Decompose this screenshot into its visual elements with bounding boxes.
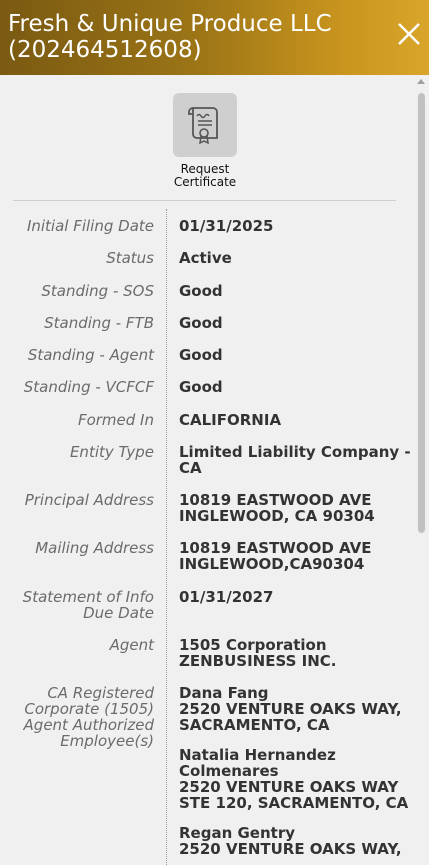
mailing-address-label: Mailing Address <box>35 539 154 557</box>
employee-entry: Dana Fang 2520 VENTURE OAKS WAY, SACRAME… <box>179 684 402 734</box>
column-divider <box>166 209 168 865</box>
entity-type-value: Limited Liability Company - CA <box>179 443 411 477</box>
standing-ftb-label: Standing - FTB <box>44 314 154 332</box>
standing-agent-label: Standing - Agent <box>27 346 154 364</box>
detail-panel-header: Fresh & Unique Produce LLC (202464512608… <box>0 0 429 75</box>
status-label: Status <box>106 249 154 267</box>
principal-address-label: Principal Address <box>24 491 154 509</box>
standing-vcfcf-label: Standing - VCFCF <box>23 378 154 396</box>
certificate-icon <box>173 93 237 157</box>
initial-filing-date-value: 01/31/2025 <box>179 217 274 235</box>
standing-sos-value: Good <box>179 282 223 300</box>
formed-in-value: CALIFORNIA <box>179 411 282 429</box>
employee-entry: Natalia Hernandez Colmenares 2520 VENTUR… <box>179 746 409 812</box>
scroll-up-arrow-icon[interactable] <box>417 79 425 84</box>
agent-value: 1505 Corporation ZENBUSINESS INC. <box>179 636 337 670</box>
ca-registered-employees: Dana Fang 2520 VENTURE OAKS WAY, SACRAME… <box>179 684 409 865</box>
standing-sos-label: Standing - SOS <box>41 282 154 300</box>
entity-name: Fresh & Unique Produce LLC <box>8 11 332 37</box>
entity-type-label: Entity Type <box>69 443 154 461</box>
section-divider <box>13 200 396 201</box>
detail-content: Request Certificate Initial Filing Date … <box>0 75 414 865</box>
initial-filing-date-label: Initial Filing Date <box>26 217 154 235</box>
standing-ftb-value: Good <box>179 314 223 332</box>
request-certificate-button[interactable]: Request Certificate <box>160 93 250 189</box>
scroll-thumb[interactable] <box>418 93 425 533</box>
request-certificate-label: Request Certificate <box>173 162 237 189</box>
status-value: Active <box>179 249 232 267</box>
mailing-address-value: 10819 EASTWOOD AVE INGLEWOOD,CA90304 <box>179 539 372 573</box>
entity-title: Fresh & Unique Produce LLC (202464512608… <box>8 11 388 63</box>
statement-due-date-label: Statement of Info Due Date <box>22 588 154 622</box>
standing-agent-value: Good <box>179 346 223 364</box>
vertical-scrollbar[interactable] <box>414 75 429 865</box>
ca-registered-label: CA Registered Corporate (1505) Agent Aut… <box>23 684 154 750</box>
formed-in-label: Formed In <box>77 411 154 429</box>
statement-due-date-value: 01/31/2027 <box>179 588 274 606</box>
entity-number: (202464512608) <box>8 37 202 63</box>
principal-address-value: 10819 EASTWOOD AVE INGLEWOOD, CA 90304 <box>179 491 375 525</box>
close-icon[interactable] <box>395 20 427 52</box>
employee-entry: Regan Gentry 2520 VENTURE OAKS WAY, <box>179 824 402 858</box>
agent-label: Agent <box>109 636 154 654</box>
standing-vcfcf-value: Good <box>179 378 223 396</box>
